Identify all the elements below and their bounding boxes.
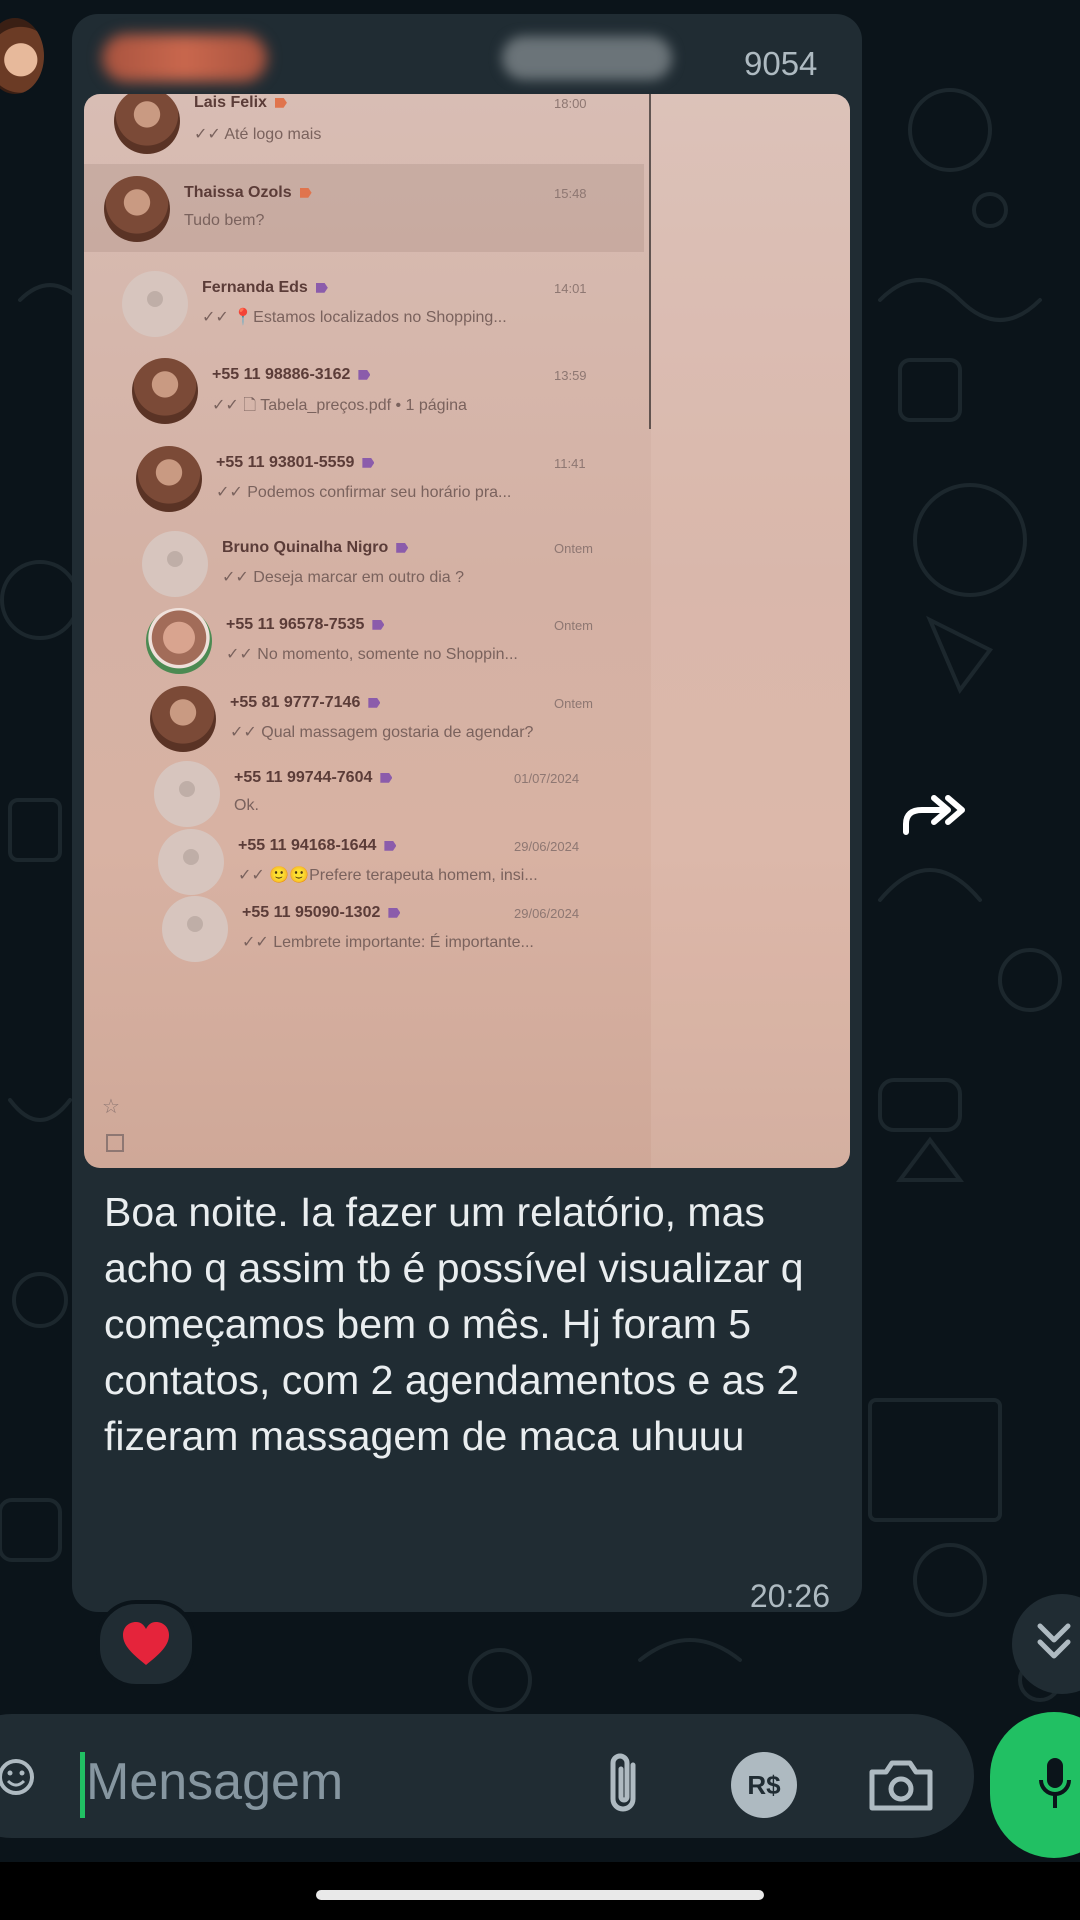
photo-chat-name: Fernanda Eds (202, 279, 328, 297)
photo-chat-name: +55 81 9777-7146 (230, 694, 381, 712)
photo-chat-name-text: Fernanda Eds (202, 279, 308, 296)
heart-reaction[interactable] (96, 1600, 196, 1688)
photo-chat-name-text: +55 11 93801-5559 (216, 454, 355, 471)
photo-chat-avatar (150, 686, 216, 752)
photo-chat-avatar (104, 176, 170, 242)
photo-chat-preview: ✓✓ Qual massagem gostaria de agendar? (230, 724, 534, 741)
mic-icon (1039, 1758, 1071, 1808)
photo-divider-line (649, 94, 651, 429)
forward-icon[interactable] (900, 786, 970, 840)
photo-chat-name-text: Thaissa Ozols (184, 184, 292, 201)
sender-name-redacted[interactable] (102, 34, 267, 82)
photo-chat-name-text: +55 11 94168-1644 (238, 837, 377, 854)
photo-chat-name: +55 11 99744-7604 (234, 769, 393, 787)
photo-chat-time: 29/06/2024 (514, 839, 580, 854)
photo-chat-avatar (136, 446, 202, 512)
sender-phone-redacted (502, 36, 672, 80)
photo-chat-preview: ✓✓ Lembrete importante: É importante... (242, 934, 534, 951)
photo-chat-row: +55 11 98886-3162 13:59 ✓✓ 🗋 Tabela_preços… (84, 346, 644, 434)
label-tag-icon (362, 457, 375, 468)
photo-chat-avatar (162, 896, 228, 962)
photo-chat-time: 13:59 (554, 368, 587, 383)
photo-chat-time: 11:41 (554, 456, 586, 471)
photo-chat-row: Bruno Quinalha Nigro Ontem ✓✓ Deseja marca… (84, 519, 644, 607)
photo-right-pane (651, 94, 850, 1168)
archive-icon (106, 1134, 124, 1152)
photo-chat-avatar (142, 531, 208, 597)
text-cursor (80, 1752, 85, 1818)
photo-chat-name-text: +55 11 98886-3162 (212, 366, 351, 383)
photo-chat-name: +55 11 98886-3162 (212, 366, 371, 384)
photo-chat-time: 15:48 (554, 186, 587, 201)
photo-chat-preview: ✓✓ 📍Estamos localizados no Shopping... (202, 309, 507, 326)
label-tag-icon (388, 907, 401, 918)
photo-chat-name-text: Lais Felix (194, 94, 267, 111)
label-tag-icon (299, 187, 312, 198)
photo-chat-avatar (122, 271, 188, 337)
photo-chat-name-text: +55 11 99744-7604 (234, 769, 373, 786)
image-message-bubble[interactable]: 9054 ☆ Lais Felix 18:00 ✓✓ Até logo mais Th… (72, 14, 862, 1614)
photo-chat-time: 01/07/2024 (514, 771, 580, 786)
photo-chat-name: +55 11 94168-1644 (238, 837, 397, 855)
sender-phone-suffix: 9054 (744, 45, 818, 82)
message-caption: Boa noite. Ia fazer um relatório, mas ac… (104, 1189, 804, 1459)
photo-chat-time: 18:00 (554, 96, 587, 111)
label-tag-icon (380, 772, 393, 783)
attached-photo[interactable]: ☆ Lais Felix 18:00 ✓✓ Até logo mais Thaissa… (84, 94, 850, 1168)
label-tag-icon (384, 840, 397, 851)
photo-chat-name: Lais Felix (194, 94, 287, 112)
message-input[interactable] (86, 1746, 586, 1818)
photo-chat-time: Ontem (554, 541, 594, 556)
photo-chat-name-text: +55 11 96578-7535 (226, 616, 365, 633)
photo-chat-preview: ✓✓ Até logo mais (194, 126, 322, 143)
photo-chat-preview: ✓✓ Podemos confirmar seu horário pra... (216, 484, 512, 501)
photo-chat-row: +55 11 96578-7535 Ontem ✓✓ No momento, som… (84, 596, 644, 684)
photo-chat-name-text: +55 81 9777-7146 (230, 694, 361, 711)
photo-chat-time: Ontem (554, 618, 594, 633)
photo-chat-name: Bruno Quinalha Nigro (222, 539, 409, 557)
label-tag-icon (368, 697, 381, 708)
paperclip-icon[interactable] (603, 1751, 647, 1817)
emoji-icon[interactable] (0, 1757, 40, 1797)
photo-chat-name-text: Bruno Quinalha Nigro (222, 539, 389, 556)
label-tag-icon (274, 97, 287, 108)
photo-chat-name: Thaissa Ozols (184, 184, 312, 202)
photo-chat-time: 14:01 (554, 281, 587, 296)
photo-chat-preview: ✓✓ 🗋 Tabela_preços.pdf • 1 página (212, 397, 467, 414)
photo-chat-row: +55 11 95090-1302 29/06/2024 ✓✓ Lembrete i… (84, 884, 644, 972)
photo-chat-time: 29/06/2024 (514, 906, 580, 921)
photo-chat-avatar (146, 608, 212, 674)
photo-chat-time: Ontem (554, 696, 594, 711)
photo-chat-name: +55 11 93801-5559 (216, 454, 375, 472)
photo-chat-preview: ✓✓ 🙂🙂Prefere terapeuta homem, insi... (238, 867, 538, 884)
photo-chat-name-text: +55 11 95090-1302 (242, 904, 381, 921)
home-indicator[interactable] (316, 1890, 764, 1900)
photo-chat-preview: Ok. (234, 797, 259, 814)
heart-icon (123, 1622, 169, 1665)
double-chevron-down-icon (1037, 1623, 1071, 1659)
label-tag-icon (358, 369, 371, 380)
label-tag-icon (315, 282, 328, 293)
photo-chat-name: +55 11 96578-7535 (226, 616, 385, 634)
label-tag-icon (372, 619, 385, 630)
photo-chat-row: Fernanda Eds 14:01 ✓✓ 📍Estamos localizados… (84, 259, 644, 347)
photo-chat-preview: ✓✓ No momento, somente no Shoppin... (226, 646, 518, 663)
photo-chat-row: +55 11 93801-5559 11:41 ✓✓ Podemos confirm… (84, 434, 644, 522)
photo-chat-preview: ✓✓ Deseja marcar em outro dia ? (222, 569, 465, 586)
photo-chat-row: Thaissa Ozols 15:48 Tudo bem? (84, 164, 644, 252)
photo-chat-preview: Tudo bem? (184, 212, 265, 229)
star-icon: ☆ (102, 1096, 120, 1118)
photo-chat-name: +55 11 95090-1302 (242, 904, 401, 922)
photo-chat-avatar (132, 358, 198, 424)
photo-chat-avatar (114, 94, 180, 154)
camera-icon[interactable] (868, 1758, 934, 1812)
payment-icon[interactable]: R$ (731, 1752, 797, 1818)
message-timestamp: 20:26 (749, 1578, 830, 1614)
label-tag-icon (396, 542, 409, 553)
